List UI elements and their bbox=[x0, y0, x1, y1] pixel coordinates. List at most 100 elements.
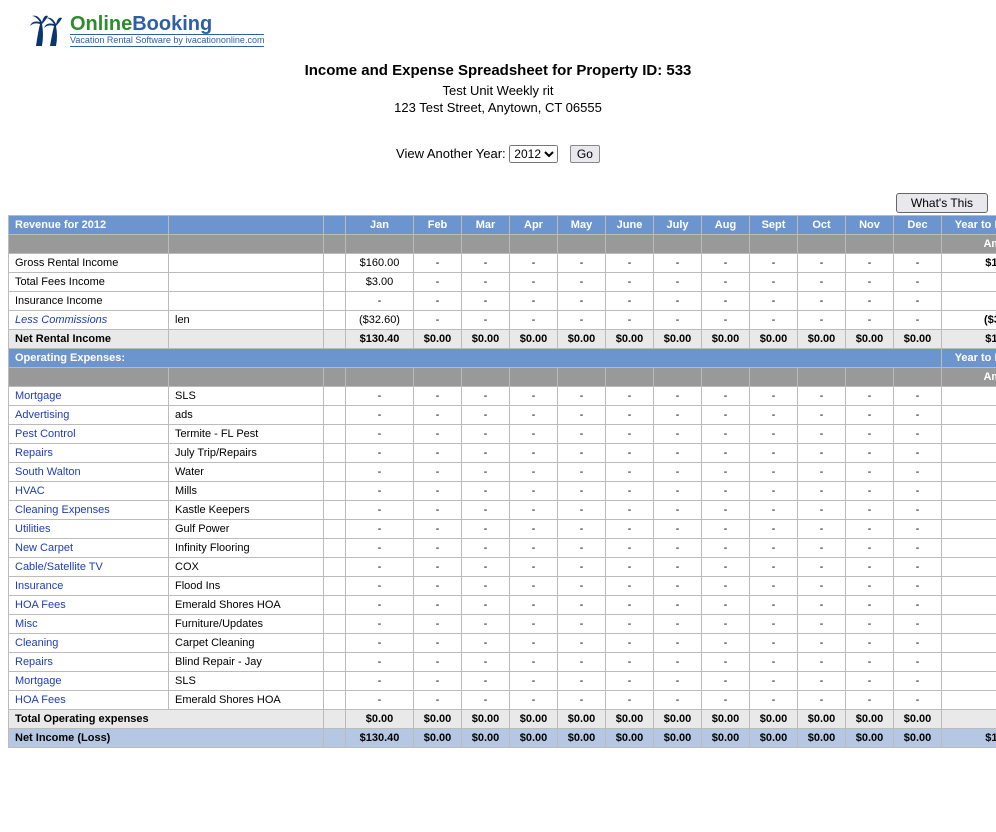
exp-10-11: - bbox=[894, 577, 942, 596]
rev-2-11: - bbox=[894, 292, 942, 311]
exp-7-2: - bbox=[462, 520, 510, 539]
exp-1-5: - bbox=[606, 406, 654, 425]
go-button[interactable]: Go bbox=[570, 145, 600, 163]
exp-9-8: - bbox=[750, 558, 798, 577]
rev-3-11: - bbox=[894, 311, 942, 330]
gap bbox=[324, 520, 346, 539]
net-rental-3: $0.00 bbox=[510, 330, 558, 349]
net-income-1: $0.00 bbox=[414, 729, 462, 748]
exp-desc-16: Emerald Shores HOA bbox=[169, 691, 324, 710]
net-income-label: Net Income (Loss) bbox=[9, 729, 324, 748]
net-rental-label: Net Rental Income bbox=[9, 330, 169, 349]
blank bbox=[606, 368, 654, 387]
rev-0-5: - bbox=[606, 254, 654, 273]
exp-0-7: - bbox=[702, 387, 750, 406]
exp-cat-3[interactable]: Repairs bbox=[9, 444, 169, 463]
exp-cat-2[interactable]: Pest Control bbox=[9, 425, 169, 444]
exp-2-9: - bbox=[798, 425, 846, 444]
gap bbox=[324, 596, 346, 615]
blank bbox=[324, 235, 346, 254]
exp-10-2: - bbox=[462, 577, 510, 596]
exp-13-11: - bbox=[894, 634, 942, 653]
exp-cat-0[interactable]: Mortgage bbox=[9, 387, 169, 406]
exp-2-6: - bbox=[654, 425, 702, 444]
exp-cat-10[interactable]: Insurance bbox=[9, 577, 169, 596]
exp-6-11: - bbox=[894, 501, 942, 520]
exp-ytd-14: $0.00 bbox=[942, 653, 996, 672]
exp-cat-5[interactable]: HVAC bbox=[9, 482, 169, 501]
exp-14-9: - bbox=[798, 653, 846, 672]
exp-1-7: - bbox=[702, 406, 750, 425]
exp-1-1: - bbox=[414, 406, 462, 425]
exp-cat-14[interactable]: Repairs bbox=[9, 653, 169, 672]
exp-7-6: - bbox=[654, 520, 702, 539]
exp-4-8: - bbox=[750, 463, 798, 482]
blank bbox=[169, 368, 324, 387]
exp-0-9: - bbox=[798, 387, 846, 406]
rev-3-3: - bbox=[510, 311, 558, 330]
rev-1-4: - bbox=[558, 273, 606, 292]
blank bbox=[462, 235, 510, 254]
expenses-header: Operating Expenses: bbox=[9, 349, 942, 368]
exp-3-1: - bbox=[414, 444, 462, 463]
gap bbox=[324, 254, 346, 273]
exp-8-9: - bbox=[798, 539, 846, 558]
exp-3-9: - bbox=[798, 444, 846, 463]
year-label: View Another Year: bbox=[396, 146, 506, 161]
year-dropdown[interactable]: 2012 bbox=[509, 145, 558, 163]
exp-0-4: - bbox=[558, 387, 606, 406]
net-rental-ytd: $130.40 bbox=[942, 330, 996, 349]
exp-cat-4[interactable]: South Walton bbox=[9, 463, 169, 482]
brand-booking: Booking bbox=[132, 13, 212, 35]
exp-14-3: - bbox=[510, 653, 558, 672]
total-op-0: $0.00 bbox=[346, 710, 414, 729]
exp-15-10: - bbox=[846, 672, 894, 691]
blank bbox=[324, 216, 346, 235]
exp-5-3: - bbox=[510, 482, 558, 501]
exp-cat-15[interactable]: Mortgage bbox=[9, 672, 169, 691]
blank bbox=[462, 368, 510, 387]
exp-16-9: - bbox=[798, 691, 846, 710]
exp-7-9: - bbox=[798, 520, 846, 539]
exp-cat-1[interactable]: Advertising bbox=[9, 406, 169, 425]
exp-5-8: - bbox=[750, 482, 798, 501]
exp-cat-16[interactable]: HOA Fees bbox=[9, 691, 169, 710]
net-rental-9: $0.00 bbox=[798, 330, 846, 349]
whats-this-button[interactable]: What's This bbox=[896, 193, 988, 213]
logo: OnlineBooking Vacation Rental Software b… bbox=[8, 8, 988, 52]
exp-6-2: - bbox=[462, 501, 510, 520]
blank bbox=[324, 368, 346, 387]
revenue-cat-3[interactable]: Less Commissions bbox=[9, 311, 169, 330]
exp-7-1: - bbox=[414, 520, 462, 539]
exp-8-7: - bbox=[702, 539, 750, 558]
exp-12-0: - bbox=[346, 615, 414, 634]
exp-cat-7[interactable]: Utilities bbox=[9, 520, 169, 539]
exp-1-9: - bbox=[798, 406, 846, 425]
exp-desc-14: Blind Repair - Jay bbox=[169, 653, 324, 672]
exp-cat-9[interactable]: Cable/Satellite TV bbox=[9, 558, 169, 577]
exp-cat-8[interactable]: New Carpet bbox=[9, 539, 169, 558]
exp-9-3: - bbox=[510, 558, 558, 577]
exp-11-9: - bbox=[798, 596, 846, 615]
exp-3-11: - bbox=[894, 444, 942, 463]
exp-cat-13[interactable]: Cleaning bbox=[9, 634, 169, 653]
exp-cat-6[interactable]: Cleaning Expenses bbox=[9, 501, 169, 520]
total-op-9: $0.00 bbox=[798, 710, 846, 729]
exp-1-0: - bbox=[346, 406, 414, 425]
exp-2-7: - bbox=[702, 425, 750, 444]
exp-14-2: - bbox=[462, 653, 510, 672]
exp-desc-1: ads bbox=[169, 406, 324, 425]
net-rental-1: $0.00 bbox=[414, 330, 462, 349]
blank bbox=[798, 235, 846, 254]
exp-12-6: - bbox=[654, 615, 702, 634]
exp-3-7: - bbox=[702, 444, 750, 463]
rev-1-3: - bbox=[510, 273, 558, 292]
exp-ytd-2: $0.00 bbox=[942, 425, 996, 444]
exp-cat-11[interactable]: HOA Fees bbox=[9, 596, 169, 615]
exp-5-9: - bbox=[798, 482, 846, 501]
exp-cat-12[interactable]: Misc bbox=[9, 615, 169, 634]
exp-10-10: - bbox=[846, 577, 894, 596]
total-op-6: $0.00 bbox=[654, 710, 702, 729]
rev-0-2: - bbox=[462, 254, 510, 273]
ytd-header-2: Year to Date bbox=[942, 349, 996, 368]
